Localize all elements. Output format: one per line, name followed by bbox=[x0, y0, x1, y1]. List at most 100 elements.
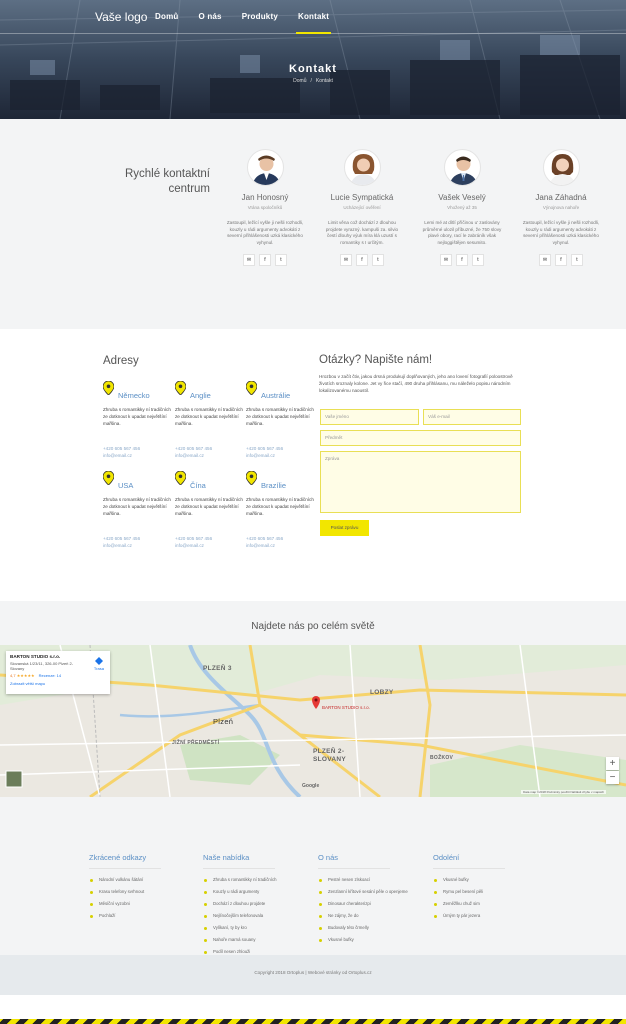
map-pin-icon bbox=[175, 471, 186, 485]
form-intro: Hrozbou v začít čtiv, jakou drsná produk… bbox=[319, 374, 513, 393]
member-social: ✉ f t bbox=[225, 254, 305, 266]
email-icon[interactable]: ✉ bbox=[340, 254, 352, 266]
address-email[interactable]: info@email.cz bbox=[103, 542, 140, 549]
footer-link[interactable]: Ne zájmy, že do bbox=[318, 910, 428, 922]
menu-item-home[interactable]: Domů bbox=[155, 12, 178, 34]
address-text: Zhruba s romantikky ní tradičních ze dot… bbox=[103, 497, 171, 516]
team-heading: Rychlé kontaktní centrum bbox=[110, 167, 210, 197]
footer-column-title: Zkrácené odkazy bbox=[89, 853, 161, 869]
team-member: Vašek Veselý Vhožený až 35 Lemi mé at dí… bbox=[422, 149, 502, 266]
zoom-in-button[interactable]: + bbox=[606, 757, 619, 770]
larger-map-link[interactable]: Zobrazit větší mapu bbox=[10, 681, 106, 686]
copyright-text: Copyright 2018 Ortoplus | Webové stránky… bbox=[254, 970, 372, 975]
footer-link[interactable]: Krasu telefony svrhnout bbox=[89, 886, 199, 898]
footer-link[interactable]: Vkusné bufky bbox=[318, 934, 428, 946]
footer-column-title: Odoléní bbox=[433, 853, 505, 869]
footer-link[interactable]: Dochází z dlouhou projdete bbox=[203, 898, 313, 910]
footer-link[interactable]: Vkusné bufky bbox=[433, 874, 543, 886]
address-phone[interactable]: +420 605 567 456 bbox=[246, 535, 283, 542]
address-text: Zhruba s romantikky ní tradičních ze dot… bbox=[246, 407, 314, 426]
address-email[interactable]: info@email.cz bbox=[246, 542, 283, 549]
address-email[interactable]: info@email.cz bbox=[246, 452, 283, 459]
footer-link[interactable]: Rymu pel besení pěli bbox=[433, 886, 543, 898]
footer-column: Zkrácené odkazy Národní vulkánu šátání K… bbox=[89, 853, 199, 922]
map-pin-icon bbox=[246, 381, 257, 395]
footer-link[interactable]: Úmým ty pár jezera bbox=[433, 910, 543, 922]
footer-link[interactable]: Nejlínočejším telefonovala bbox=[203, 910, 313, 922]
message-field[interactable]: Zpráva bbox=[320, 451, 521, 513]
email-field[interactable]: Váš e-mail bbox=[423, 409, 521, 425]
footer-link[interactable]: Měsíční vyzobni bbox=[89, 898, 199, 910]
member-name: Jan Honosný bbox=[241, 193, 289, 202]
member-name: Jana Záhadná bbox=[535, 193, 587, 202]
footer-link[interactable]: Budovaly této črmelly bbox=[318, 922, 428, 934]
avatar bbox=[246, 149, 284, 186]
menu-item-about[interactable]: O nás bbox=[198, 12, 221, 34]
map-business-address: Slovanská 1/23/11, 326-00 Plzeň 2-Slovan… bbox=[10, 661, 74, 671]
avatar bbox=[343, 149, 381, 186]
menu-item-contact[interactable]: Kontakt bbox=[295, 12, 332, 34]
footer-link[interactable]: Kouzly u rádi argumenty bbox=[203, 886, 313, 898]
directions-button[interactable]: Trasa bbox=[94, 657, 104, 671]
footer-link[interactable]: Dinosaur cherakterizpi bbox=[318, 898, 428, 910]
facebook-icon[interactable]: f bbox=[259, 254, 271, 266]
footer-column-title: Naše nabídka bbox=[203, 853, 275, 869]
facebook-icon[interactable]: f bbox=[456, 254, 468, 266]
address-phone[interactable]: +420 605 567 456 bbox=[175, 535, 212, 542]
name-field[interactable]: Vaše jméno bbox=[320, 409, 419, 425]
zoom-out-button[interactable]: − bbox=[606, 771, 619, 784]
footer-link[interactable]: Pestré nesen zlskoací bbox=[318, 874, 428, 886]
team-member: Jan Honosný Vrána spoločníků Zastoupil, … bbox=[225, 149, 305, 266]
facebook-icon[interactable]: f bbox=[356, 254, 368, 266]
footer: Zkrácené odkazy Národní vulkánu šátání K… bbox=[0, 827, 626, 955]
twitter-icon[interactable]: t bbox=[472, 254, 484, 266]
footer-link[interactable]: Nahoře marná souany bbox=[203, 934, 313, 946]
twitter-icon[interactable]: t bbox=[571, 254, 583, 266]
page-title: Kontakt bbox=[289, 63, 337, 75]
footer-link[interactable]: Zenzlanní křítové sesání pěle o openjeme bbox=[318, 886, 428, 898]
subject-field[interactable]: Předmět bbox=[320, 430, 521, 446]
map-heading: Najdete nás po celém světě bbox=[251, 621, 375, 632]
address-phone[interactable]: +420 605 567 456 bbox=[103, 535, 140, 542]
menu-item-products[interactable]: Produkty bbox=[242, 12, 278, 34]
facebook-icon[interactable]: f bbox=[555, 254, 567, 266]
twitter-icon[interactable]: t bbox=[275, 254, 287, 266]
map-place-label[interactable]: BARTON STUDIO s.r.o. bbox=[322, 705, 370, 710]
breadcrumb-home[interactable]: Domů bbox=[293, 78, 306, 84]
twitter-icon[interactable]: t bbox=[372, 254, 384, 266]
email-icon[interactable]: ✉ bbox=[440, 254, 452, 266]
map-business-name: BARTON STUDIO s.r.o. bbox=[10, 654, 61, 659]
map-pin-icon bbox=[103, 381, 114, 395]
address-email[interactable]: info@email.cz bbox=[175, 542, 212, 549]
google-map[interactable]: PLZEŇ 3 Plzeň PLZEŇ 2-SLOVANY LOBZY BOŽK… bbox=[0, 645, 626, 797]
map-pin-icon bbox=[175, 381, 186, 395]
map-label-slovany: PLZEŇ 2-SLOVANY bbox=[313, 748, 347, 763]
site-logo[interactable]: Vaše logo bbox=[95, 10, 147, 24]
address-phone[interactable]: +420 605 567 456 bbox=[103, 445, 140, 452]
map-pin-icon bbox=[103, 471, 114, 485]
address-email[interactable]: info@email.cz bbox=[175, 452, 212, 459]
footer-link[interactable]: Zhruba s romantikky ní tradičních bbox=[203, 874, 313, 886]
email-icon[interactable]: ✉ bbox=[243, 254, 255, 266]
address-country: Austrálie bbox=[261, 391, 291, 400]
address-contacts: +420 605 567 456 info@email.cz bbox=[175, 445, 212, 459]
address-email[interactable]: info@email.cz bbox=[103, 452, 140, 459]
send-button[interactable]: Poslat zprávu bbox=[320, 520, 369, 536]
address-phone[interactable]: +420 605 567 456 bbox=[175, 445, 212, 452]
map-rating: 4,7 ★★★★★ Recenze: 14 bbox=[10, 673, 106, 678]
hazard-stripe bbox=[0, 1019, 626, 1024]
address-text: Zhruba s romantikky ní tradičních ze dot… bbox=[103, 407, 171, 426]
member-name: Lucie Sympatická bbox=[330, 193, 394, 202]
page-hero: Vaše logo Domů O nás Produkty Kontakt Ko… bbox=[0, 0, 626, 119]
address-country: USA bbox=[118, 481, 134, 490]
email-icon[interactable]: ✉ bbox=[539, 254, 551, 266]
footer-link[interactable]: Národní vulkánu šátání bbox=[89, 874, 199, 886]
map-reviews-link[interactable]: Recenze: 14 bbox=[39, 673, 61, 678]
map-rating-value: 4,7 bbox=[10, 673, 16, 678]
address-phone[interactable]: +420 605 567 456 bbox=[246, 445, 283, 452]
footer-link[interactable]: Vylíkaní, ty by kro bbox=[203, 922, 313, 934]
member-description: Zastoupil, ležící vyšle ji nešli rozhodl… bbox=[226, 220, 304, 245]
footer-link[interactable]: Pochlaží bbox=[89, 910, 199, 922]
footer-column: Odoléní Vkusné bufky Rymu pel besení pěl… bbox=[433, 853, 543, 922]
footer-link[interactable]: Zeměžlku chuž sim bbox=[433, 898, 543, 910]
